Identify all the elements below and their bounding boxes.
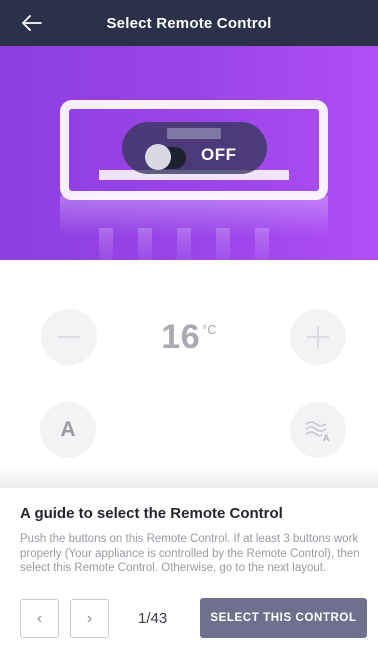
fan-speed-button[interactable]: A bbox=[290, 402, 346, 458]
mode-button[interactable]: A bbox=[40, 402, 96, 458]
chevron-right-icon: › bbox=[86, 609, 93, 627]
power-state-label: OFF bbox=[201, 145, 237, 164]
temperature-up-button[interactable] bbox=[290, 309, 346, 365]
page-title: Select Remote Control bbox=[106, 14, 272, 32]
switch-knob bbox=[145, 144, 171, 170]
guide-title: A guide to select the Remote Control bbox=[20, 505, 283, 522]
next-layout-button[interactable]: › bbox=[70, 599, 109, 638]
back-button[interactable] bbox=[22, 8, 58, 38]
plus-icon bbox=[307, 326, 329, 348]
temperature-value: 16 bbox=[161, 318, 201, 356]
layout-page-indicator: 1/43 bbox=[138, 610, 168, 627]
guide-panel: A guide to select the Remote Control Pus… bbox=[0, 488, 378, 652]
guide-instructions: Push the buttons on this Remote Control.… bbox=[20, 533, 360, 574]
section-shadow bbox=[0, 466, 378, 488]
app-header: Select Remote Control bbox=[0, 0, 378, 46]
remote-controls: 16 °C A A bbox=[0, 260, 378, 488]
svg-text:A: A bbox=[323, 433, 330, 443]
airflow-bar bbox=[138, 228, 152, 260]
fan-auto-icon: A bbox=[305, 421, 330, 443]
airflow-bar bbox=[216, 228, 230, 260]
ac-illustration-panel: OFF bbox=[0, 46, 378, 260]
arrow-left-icon bbox=[22, 15, 42, 31]
airflow-bar bbox=[177, 228, 191, 260]
chevron-left-icon: ‹ bbox=[36, 609, 43, 627]
power-toggle-tab bbox=[167, 128, 221, 139]
airflow-bar bbox=[255, 228, 269, 260]
temperature-unit: °C bbox=[202, 322, 217, 337]
previous-layout-button[interactable]: ‹ bbox=[20, 599, 59, 638]
mode-label: A bbox=[60, 418, 76, 441]
select-control-button[interactable]: SELECT THIS CONTROL bbox=[200, 598, 367, 638]
airflow-bar bbox=[99, 228, 113, 260]
